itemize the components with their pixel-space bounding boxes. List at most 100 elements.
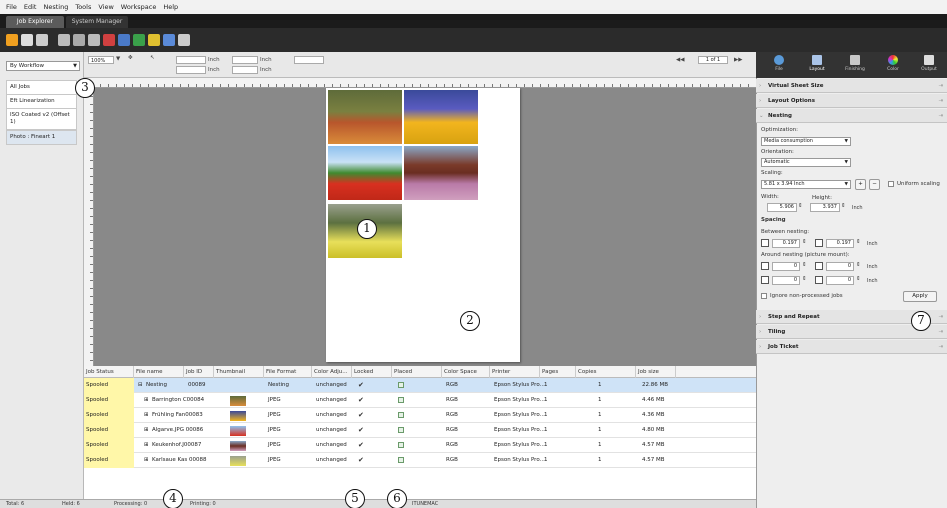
table-row[interactable]: Spooled ⊞ Keukenhof.J00087 JPEG unchange…: [84, 438, 756, 453]
pin-icon[interactable]: ⇥: [938, 340, 943, 354]
x-position-field[interactable]: [176, 56, 206, 64]
table-row[interactable]: Spooled ⊞ Karlsaue Kas 00088 JPEG unchan…: [84, 453, 756, 468]
job-item-eft-linearization[interactable]: Eft Linearization: [6, 94, 77, 109]
rotation-field[interactable]: [294, 56, 324, 64]
col-color-adjust[interactable]: Color Adju...: [312, 366, 352, 378]
col-locked[interactable]: Locked: [352, 366, 392, 378]
job-item-photo-fineart[interactable]: Photo : Fineart 1: [6, 130, 77, 145]
stop-icon[interactable]: [103, 34, 115, 46]
placed-checkbox[interactable]: [396, 408, 404, 423]
color-tab[interactable]: Color: [876, 55, 910, 72]
uniform-scaling-checkbox[interactable]: [888, 181, 894, 187]
stepper-icon[interactable]: ⇕: [841, 203, 846, 209]
around-bottom-input[interactable]: 0: [772, 276, 800, 285]
around-right-input[interactable]: 0: [826, 276, 854, 285]
table-row[interactable]: Spooled ⊞ Frühling Fan00083 JPEG unchang…: [84, 408, 756, 423]
scale-add-button[interactable]: +: [855, 179, 866, 190]
menu-workspace[interactable]: Workspace: [121, 3, 157, 11]
menu-file[interactable]: File: [6, 3, 17, 11]
menu-view[interactable]: View: [98, 3, 113, 11]
col-job-id[interactable]: Job ID: [184, 366, 214, 378]
col-copies[interactable]: Copies: [576, 366, 636, 378]
y-position-field[interactable]: [176, 66, 206, 74]
pin-icon[interactable]: ⇥: [938, 310, 943, 324]
zoom-select[interactable]: 100%: [88, 56, 114, 64]
finishing-tab[interactable]: Finishing: [838, 55, 872, 72]
document-icon[interactable]: [21, 34, 33, 46]
stepper-icon[interactable]: ⇕: [802, 239, 807, 245]
col-file-format[interactable]: File Format: [264, 366, 312, 378]
menu-edit[interactable]: Edit: [24, 3, 37, 11]
tab-system-manager[interactable]: System Manager: [66, 16, 128, 28]
menu-help[interactable]: Help: [163, 3, 178, 11]
nested-image-barrington[interactable]: [328, 90, 402, 144]
output-icon[interactable]: [163, 34, 175, 46]
expand-icon[interactable]: ⊞: [142, 393, 149, 408]
col-printer[interactable]: Printer: [490, 366, 540, 378]
chevron-down-icon[interactable]: ▼: [116, 56, 120, 62]
layout-icon[interactable]: [118, 34, 130, 46]
col-pages[interactable]: Pages: [540, 366, 576, 378]
around-left-input[interactable]: 0: [826, 262, 854, 271]
job-item-all-jobs[interactable]: All Jobs: [6, 80, 77, 95]
width-input[interactable]: 5.906: [767, 203, 797, 212]
color-icon[interactable]: [133, 34, 145, 46]
last-page-icon[interactable]: ▶▶: [734, 57, 742, 63]
layout-tab[interactable]: Layout: [800, 55, 834, 72]
ignore-non-processed-checkbox[interactable]: [761, 293, 767, 299]
job-item-iso-coated[interactable]: ISO Coated v2 (Offset 1): [6, 108, 77, 130]
stepper-icon[interactable]: ⇕: [802, 276, 807, 282]
width-field[interactable]: [232, 56, 258, 64]
col-color-space[interactable]: Color Space: [442, 366, 490, 378]
section-job-ticket[interactable]: › Job Ticket ⇥: [756, 340, 947, 354]
workflow-select[interactable]: By Workflow ▼: [6, 61, 80, 71]
open-folder-icon[interactable]: [6, 34, 18, 46]
col-job-status[interactable]: Job Status: [84, 366, 134, 378]
col-placed[interactable]: Placed: [392, 366, 442, 378]
nested-image-algarve[interactable]: [328, 146, 402, 200]
menu-tools[interactable]: Tools: [75, 3, 91, 11]
save-icon[interactable]: [36, 34, 48, 46]
placed-checkbox[interactable]: [396, 453, 404, 468]
placed-checkbox[interactable]: [396, 393, 404, 408]
expand-icon[interactable]: ⊞: [142, 453, 149, 468]
pin-icon[interactable]: ⇥: [938, 79, 943, 93]
col-thumbnail[interactable]: Thumbnail: [214, 366, 264, 378]
print-icon[interactable]: [58, 34, 70, 46]
section-virtual-sheet-size[interactable]: › Virtual Sheet Size ⇥: [756, 79, 947, 93]
orientation-select[interactable]: Automatic ▼: [761, 158, 851, 167]
lock-icon[interactable]: ✔: [356, 438, 364, 453]
expand-icon[interactable]: ⊞: [142, 408, 149, 423]
section-layout-options[interactable]: › Layout Options ⇥: [756, 94, 947, 108]
between-horizontal-input[interactable]: 0.197: [772, 239, 800, 248]
lock-icon[interactable]: ✔: [356, 378, 364, 393]
lock-icon[interactable]: ✔: [356, 453, 364, 468]
lock-icon[interactable]: ✔: [356, 408, 364, 423]
col-job-size[interactable]: Job size: [636, 366, 676, 378]
nested-image-keukenhof[interactable]: [404, 146, 478, 200]
table-row[interactable]: Spooled ⊟ Nesting 00089 Nesting unchange…: [84, 378, 756, 393]
print-queue-icon[interactable]: [73, 34, 85, 46]
height-input[interactable]: 3.937: [810, 203, 840, 212]
expand-icon[interactable]: ⊟: [136, 378, 143, 393]
scaling-select[interactable]: 5.81 x 3.94 Inch ▼: [761, 180, 851, 189]
placed-checkbox[interactable]: [396, 423, 404, 438]
stepper-icon[interactable]: ⇕: [802, 262, 807, 268]
optimization-select[interactable]: Media consumption ▼: [761, 137, 851, 146]
file-tab[interactable]: File: [762, 55, 796, 72]
around-top-input[interactable]: 0: [772, 262, 800, 271]
stepper-icon[interactable]: ⇕: [856, 239, 861, 245]
expand-icon[interactable]: ⊞: [142, 423, 149, 438]
select-tool-icon[interactable]: ↖: [150, 55, 155, 61]
menu-nesting[interactable]: Nesting: [43, 3, 68, 11]
printer-settings-icon[interactable]: [88, 34, 100, 46]
between-vertical-input[interactable]: 0.197: [826, 239, 854, 248]
tab-job-explorer[interactable]: Job Explorer: [6, 16, 64, 28]
placed-checkbox[interactable]: [396, 438, 404, 453]
hand-tool-icon[interactable]: ✥: [128, 55, 133, 61]
nested-image-fruehling[interactable]: [404, 90, 478, 144]
settings-icon[interactable]: [178, 34, 190, 46]
placed-checkbox[interactable]: [396, 378, 404, 393]
table-row[interactable]: Spooled ⊞ Algarve.JPG 00086 JPEG unchang…: [84, 423, 756, 438]
apply-button[interactable]: Apply: [903, 291, 937, 302]
